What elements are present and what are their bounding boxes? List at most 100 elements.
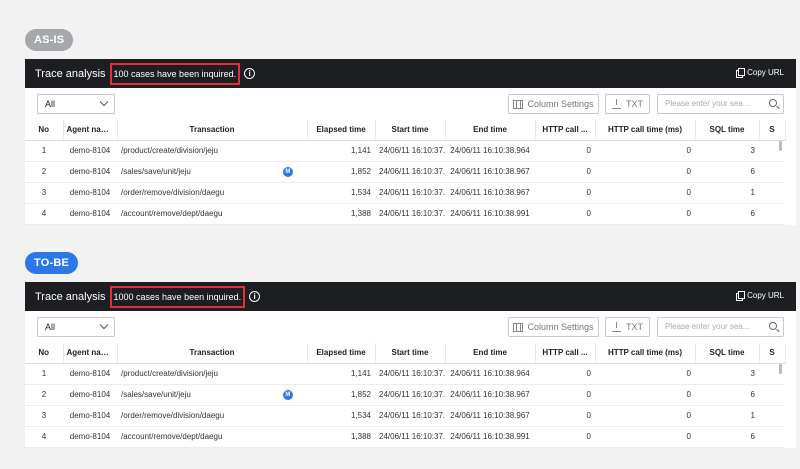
cell-elapsed: 1,388 [307, 203, 375, 225]
column-header[interactable]: Agent nam... [63, 343, 118, 364]
cell-http-time: 0 [595, 426, 695, 448]
column-header[interactable]: End time [445, 343, 536, 364]
column-settings-button[interactable]: Column Settings [508, 317, 599, 337]
column-settings-label: Column Settings [527, 99, 594, 109]
cell-transaction: /product/create/division/jeju [117, 363, 307, 385]
cell-agent: demo-8104 [63, 363, 117, 385]
search-input[interactable]: Please enter your sea... [657, 94, 784, 114]
panel-header: Trace analysis 1000 cases have been inqu… [25, 282, 796, 311]
search-input[interactable]: Please enter your sea... [657, 317, 784, 337]
download-icon [612, 322, 622, 332]
column-header[interactable]: Transaction [117, 120, 308, 141]
search-placeholder: Please enter your sea... [665, 322, 750, 331]
cell-transaction: /sales/save/unit/jeju M [117, 161, 307, 183]
cell-agent: demo-8104 [63, 405, 117, 427]
cell-transaction: /order/remove/division/daegu [117, 182, 307, 204]
cell-end: 24/06/11 16:10:38.964 [445, 140, 535, 162]
cell-agent: demo-8104 [63, 203, 117, 225]
table-row[interactable]: 1 demo-8104 /product/create/division/jej… [25, 140, 785, 162]
scrollbar[interactable] [779, 364, 782, 374]
cell-start: 24/06/11 16:10:37.433 [375, 182, 445, 204]
trace-table: No Agent nam... Transaction Elapsed time… [25, 120, 786, 225]
table-row[interactable]: 1 demo-8104 /product/create/division/jej… [25, 363, 785, 385]
column-header[interactable]: Agent nam... [63, 120, 118, 141]
column-header[interactable]: SQL time [695, 120, 760, 141]
table-row[interactable]: 4 demo-8104 /account/remove/dept/daegu 1… [25, 426, 785, 448]
table-row[interactable]: 2 demo-8104 /sales/save/unit/jeju M 1,852… [25, 161, 785, 183]
column-header[interactable]: Elapsed time [307, 343, 376, 364]
cell-end: 24/06/11 16:10:38.967 [445, 384, 535, 406]
panel-header: Trace analysis 100 cases have been inqui… [25, 59, 796, 88]
cell-no: 3 [25, 182, 63, 204]
cell-start: 24/06/11 16:10:37.115 [375, 161, 445, 183]
column-header[interactable]: Transaction [117, 343, 308, 364]
cell-elapsed: 1,534 [307, 182, 375, 204]
filter-value: All [45, 322, 56, 332]
cell-http-time: 0 [595, 384, 695, 406]
trace-analysis-panel-asis: Trace analysis 100 cases have been inqui… [25, 59, 796, 225]
cases-count-highlight: 1000 cases have been inquired. [109, 285, 246, 308]
cell-elapsed: 1,534 [307, 405, 375, 427]
cell-start: 24/06/11 16:10:37.823 [375, 363, 445, 385]
cell-http-call: 0 [535, 161, 595, 183]
trace-analysis-panel-tobe: Trace analysis 1000 cases have been inqu… [25, 282, 796, 448]
cell-start: 24/06/11 16:10:37.603 [375, 426, 445, 448]
table-row[interactable]: 2 demo-8104 /sales/save/unit/jeju M 1,852… [25, 384, 785, 406]
table-row[interactable]: 4 demo-8104 /account/remove/dept/daegu 1… [25, 203, 785, 225]
filter-value: All [45, 99, 56, 109]
column-header[interactable]: HTTP call ... [535, 120, 596, 141]
cell-transaction: /account/remove/dept/daegu [117, 203, 307, 225]
panel-title: Trace analysis [35, 67, 106, 80]
cell-elapsed: 1,388 [307, 426, 375, 448]
search-placeholder: Please enter your sea... [665, 99, 750, 108]
scrollbar[interactable] [779, 141, 782, 151]
cell-transaction: /sales/save/unit/jeju M [117, 384, 307, 406]
cell-end: 24/06/11 16:10:38.967 [445, 405, 535, 427]
copy-url-label: Copy URL [747, 68, 784, 77]
cell-no: 4 [25, 426, 63, 448]
filter-select[interactable]: All [37, 94, 115, 114]
trace-table: No Agent nam... Transaction Elapsed time… [25, 343, 786, 448]
columns-icon [513, 322, 524, 332]
chevron-down-icon [99, 320, 109, 330]
cell-http-call: 0 [535, 426, 595, 448]
column-header[interactable]: S [759, 120, 786, 141]
txt-download-button[interactable]: TXT [605, 94, 650, 114]
column-header[interactable]: HTTP call time (ms) [595, 120, 696, 141]
table-row[interactable]: 3 demo-8104 /order/remove/division/daegu… [25, 182, 785, 204]
column-header[interactable]: Start time [375, 343, 446, 364]
column-header[interactable]: No [25, 343, 64, 364]
cell-transaction: /account/remove/dept/daegu [117, 426, 307, 448]
search-icon[interactable] [769, 99, 777, 107]
cell-http-time: 0 [595, 182, 695, 204]
column-header[interactable]: No [25, 120, 64, 141]
cell-elapsed: 1,141 [307, 363, 375, 385]
column-header[interactable]: HTTP call time (ms) [595, 343, 696, 364]
cell-no: 2 [25, 384, 63, 406]
column-settings-button[interactable]: Column Settings [508, 94, 599, 114]
cell-http-call: 0 [535, 363, 595, 385]
cell-agent: demo-8104 [63, 140, 117, 162]
search-icon[interactable] [769, 322, 777, 330]
cell-http-call: 0 [535, 405, 595, 427]
copy-url-button[interactable]: Copy URL [736, 291, 784, 301]
toolbar: All Column Settings TXT Please enter you… [25, 311, 796, 343]
copy-icon [736, 291, 746, 301]
txt-download-button[interactable]: TXT [605, 317, 650, 337]
column-header[interactable]: S [759, 343, 786, 364]
column-header[interactable]: SQL time [695, 343, 760, 364]
column-header[interactable]: Elapsed time [307, 120, 376, 141]
column-header[interactable]: HTTP call ... [535, 343, 596, 364]
column-header[interactable]: Start time [375, 120, 446, 141]
cell-sql-time: 3 [695, 363, 759, 385]
copy-url-button[interactable]: Copy URL [736, 68, 784, 78]
info-icon[interactable]: i [249, 291, 261, 302]
panel-title: Trace analysis [35, 290, 106, 303]
column-header[interactable]: End time [445, 120, 536, 141]
filter-select[interactable]: All [37, 317, 115, 337]
info-icon[interactable]: i [244, 68, 256, 79]
chevron-down-icon [99, 97, 109, 107]
columns-icon [513, 99, 524, 109]
table-row[interactable]: 3 demo-8104 /order/remove/division/daegu… [25, 405, 785, 427]
download-icon [612, 99, 622, 109]
